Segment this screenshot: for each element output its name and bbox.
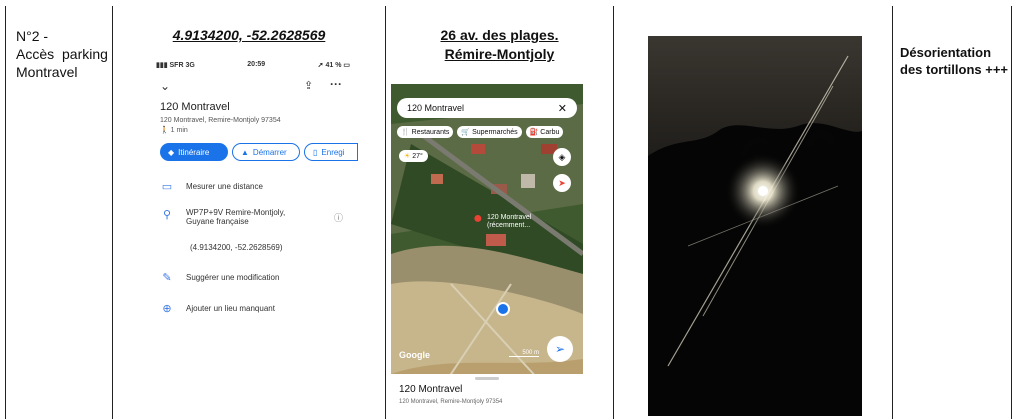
ruler-icon: ▭	[161, 181, 173, 193]
info-icon[interactable]: ⓘ	[334, 211, 343, 224]
sheet-title: 120 Montravel	[399, 384, 463, 395]
night-photo-art	[648, 36, 862, 416]
carrier-label: ▮▮▮ SFR 3G	[156, 62, 195, 69]
share-icon[interactable]: ⇪	[304, 79, 313, 92]
coordinates-text[interactable]: (4.9134200, -52.2628569)	[190, 243, 283, 252]
itinerary-button[interactable]: ◆ Itinéraire	[160, 143, 228, 161]
place-sheet[interactable]: 120 Montravel 120 Montravel, Remire-Mont…	[391, 374, 583, 414]
close-icon[interactable]: ✕	[558, 102, 567, 115]
remark-cell: Désorientation des tortillons +++	[900, 44, 1010, 419]
table-border	[5, 6, 6, 419]
compass-icon[interactable]: ➤	[553, 174, 571, 192]
row-number: N°2 -	[16, 28, 49, 44]
start-button[interactable]: ▲ Démarrer	[232, 143, 300, 161]
maps-info-screenshot: ▮▮▮ SFR 3G 20:59 ➚ 41 % ▭ ⌄ ⇪ ··· 120 Mo…	[148, 55, 358, 335]
bookmark-icon: ▯	[313, 147, 318, 157]
layers-icon[interactable]: ◈	[553, 148, 571, 166]
map-search-bar[interactable]: 120 Montravel ✕	[397, 98, 577, 118]
directions-icon: ◆	[168, 147, 175, 157]
remark-line1: Désorientation	[900, 45, 992, 60]
sun-icon: ☀	[404, 153, 411, 160]
google-logo: Google	[399, 350, 430, 360]
save-button[interactable]: ▯ Enregi	[304, 143, 358, 161]
place-address: 120 Montravel, Remire-Montjoly 97354	[160, 117, 281, 124]
weather-badge: ☀ 27°	[399, 150, 428, 162]
map-search-input[interactable]: 120 Montravel	[407, 103, 464, 113]
table-border	[892, 6, 893, 419]
battery: ➚ 41 % ▭	[317, 62, 350, 69]
pencil-icon: ✎	[162, 272, 172, 284]
observation-table: N°2 - Accès parking Montravel 4.9134200,…	[0, 0, 1015, 419]
walk-icon: 🚶	[160, 127, 169, 134]
night-photo-streetlight	[648, 36, 862, 416]
measure-distance-item[interactable]: ▭ Mesurer une distance	[160, 180, 263, 193]
sheet-subtitle: 120 Montravel, Remire-Montjoly 97354	[399, 399, 503, 405]
chip-fuel[interactable]: ⛽ Carbu	[525, 126, 564, 138]
map-scale: 500 m	[509, 350, 539, 357]
address-title-line1: 26 av. des plages.	[440, 27, 559, 43]
location-pin-icon[interactable]: ●	[473, 210, 483, 228]
remark-line2: des tortillons +++	[900, 62, 1009, 77]
navigate-icon[interactable]: ➢	[547, 336, 573, 362]
satellite-map-screenshot: 120 Montravel ✕ 🍴 Restaurants 🛒 Supermar…	[391, 84, 583, 414]
location-pin-icon: ⚲	[162, 209, 172, 221]
my-location-dot	[496, 302, 510, 316]
cart-icon: 🛒	[461, 129, 471, 136]
fork-knife-icon: 🍴	[401, 129, 410, 136]
walk-time: 🚶 1 min	[160, 127, 188, 134]
location-line1: Accès parking	[16, 46, 108, 62]
fuel-icon: ⛽	[529, 129, 539, 136]
address-title-line2: Rémire-Montjoly	[444, 46, 555, 62]
chip-supermarkets[interactable]: 🛒 Supermarchés	[457, 126, 522, 138]
add-location-icon: ⊕	[162, 303, 172, 315]
location-cell: N°2 - Accès parking Montravel	[16, 27, 108, 419]
pluscode-item[interactable]: ⚲ WP7P+9V Remire-Montjoly, Guyane français…	[160, 208, 285, 226]
category-chips: 🍴 Restaurants 🛒 Supermarchés ⛽ Carbu	[397, 126, 564, 138]
table-border	[613, 6, 614, 419]
place-name: 120 Montravel	[160, 101, 230, 113]
chip-restaurants[interactable]: 🍴 Restaurants	[397, 126, 454, 138]
more-icon[interactable]: ···	[330, 77, 342, 91]
location-line2: Montravel	[16, 64, 78, 80]
drag-handle[interactable]	[475, 377, 499, 380]
table-border	[1011, 6, 1012, 419]
add-place-item[interactable]: ⊕ Ajouter un lieu manquant	[160, 302, 275, 315]
clock: 20:59	[247, 61, 266, 68]
coords-title: 4.9134200, -52.2628569	[172, 27, 326, 43]
suggest-edit-item[interactable]: ✎ Suggérer une modification	[160, 271, 279, 284]
navigation-icon: ▲	[241, 147, 249, 157]
pin-label: 120 Montravel (récemment...	[487, 214, 532, 229]
chevron-down-icon[interactable]: ⌄	[160, 79, 170, 93]
